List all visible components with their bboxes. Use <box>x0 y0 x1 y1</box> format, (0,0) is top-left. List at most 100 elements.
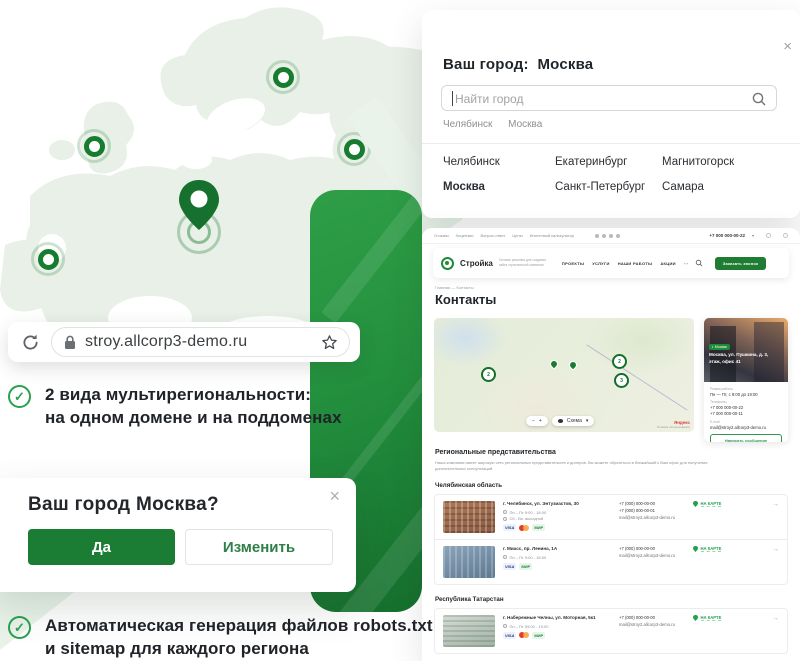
topbar-phone[interactable]: +7 000 000-00-22 <box>709 233 745 238</box>
layers-icon <box>558 419 563 423</box>
city-option[interactable]: Самара <box>662 181 734 193</box>
topbar-link[interactable]: Ипотечный калькулятор <box>530 233 575 238</box>
city-column-3: Магнитогорск Самара <box>662 156 734 206</box>
office-row[interactable]: г. Набережные Челны, ул. Моторная, 5к1 П… <box>435 609 787 653</box>
office-email[interactable]: mail@stroy2.allcorp3-demo.ru <box>619 515 681 521</box>
office-photo: г. Москва Москва, ул. Пушкина, д. 3,этаж… <box>704 318 788 382</box>
recent-city[interactable]: Челябинск <box>443 119 492 130</box>
user-icon[interactable] <box>766 233 771 238</box>
office-contacts: +7 (000) 000-00-00 mail@stroy2.allcorp3-… <box>619 615 681 628</box>
city-option-selected[interactable]: Москва <box>443 181 500 193</box>
arrow-right-icon[interactable]: → <box>772 501 779 508</box>
office-email[interactable]: mail@stroy2.allcorp3-demo.ru <box>619 622 681 628</box>
social-icons[interactable] <box>595 234 620 238</box>
write-message-button[interactable]: Написать сообщение <box>710 434 782 443</box>
yes-button[interactable]: Да <box>28 529 175 565</box>
search-icon[interactable] <box>695 259 703 267</box>
text-caret <box>452 91 453 106</box>
office-schedule: Пн – Пт 09:00 - 19:00 <box>503 624 611 629</box>
page-title: Контакты <box>435 292 496 307</box>
map-pin-icon[interactable] <box>567 359 578 370</box>
map-cluster[interactable]: 3 <box>614 373 629 388</box>
cart-icon[interactable] <box>783 233 788 238</box>
recent-city[interactable]: Москва <box>508 119 542 130</box>
url-text[interactable]: stroy.allcorp3-demo.ru <box>85 333 247 351</box>
bookmark-star-icon[interactable] <box>320 333 339 352</box>
topbar-link[interactable]: Цены <box>512 233 522 238</box>
map-terms[interactable]: Условия использования <box>657 425 690 429</box>
office-phone[interactable]: +7 (000) 000-00-00 <box>619 615 681 620</box>
refresh-icon[interactable] <box>20 332 41 353</box>
close-icon[interactable]: × <box>783 38 792 55</box>
office-card: г. Москва Москва, ул. Пушкина, д. 3,этаж… <box>704 318 788 442</box>
city-option[interactable]: Магнитогорск <box>662 156 734 168</box>
map-cluster[interactable]: 2 <box>612 354 627 369</box>
office-info: г. Челябинск, ул. Энтузиастов, 30 Пн – П… <box>503 501 611 531</box>
phone-value[interactable]: +7 000 000-00-11 <box>710 411 782 417</box>
on-map-link[interactable]: На карте <box>693 501 721 507</box>
nav-item[interactable]: Услуги <box>592 261 610 266</box>
zoom-in-button[interactable]: + <box>539 418 542 424</box>
close-icon[interactable]: × <box>329 486 340 507</box>
recent-cities: Челябинск Москва <box>443 119 555 130</box>
site-header: Стройка Готовые решения для созданиясайт… <box>433 248 789 278</box>
office-phone[interactable]: +7 (000) 000-00-01 <box>619 508 681 513</box>
map-marker-west <box>77 129 111 163</box>
office-city-badge: г. Москва <box>709 344 730 350</box>
city-chooser-dialog: × Ваш город: Москва Найти город Челябинс… <box>422 10 800 218</box>
site-topbar: Отзывы Лицензии Вопрос-ответ Цены Ипотеч… <box>422 228 800 244</box>
mir-badge: МИР <box>532 632 545 639</box>
call-request-button[interactable]: Заказать звонок <box>715 257 766 270</box>
office-phone[interactable]: +7 (000) 000-00-00 <box>619 546 681 551</box>
payment-methods: VISA МИР <box>503 524 611 531</box>
email-label: E-mail <box>710 420 782 424</box>
office-thumb <box>443 615 495 647</box>
site-logo[interactable]: Стройка <box>460 259 493 268</box>
hours-value: Пн — Пт, с 9:00 до 19:00 <box>710 392 782 398</box>
nav-item[interactable]: Наши работы <box>618 261 653 266</box>
office-email[interactable]: mail@stroy2.allcorp3-demo.ru <box>619 553 681 559</box>
on-map-link[interactable]: На карте <box>693 615 721 621</box>
map-controls: − + Схема ▾ <box>526 416 594 426</box>
office-contacts: +7 (000) 000-00-00 +7 (000) 000-00-01 ma… <box>619 501 681 521</box>
arrow-right-icon[interactable]: → <box>772 546 779 553</box>
search-icon[interactable] <box>751 91 767 107</box>
city-option[interactable]: Санкт-Петербург <box>555 181 645 193</box>
site-tagline: Готовые решения для созданиясайта строит… <box>499 258 546 268</box>
layers-button[interactable]: Схема ▾ <box>552 416 595 426</box>
topbar-link[interactable]: Отзывы <box>434 233 449 238</box>
zoom-controls[interactable]: − + <box>526 416 548 426</box>
city-option[interactable]: Челябинск <box>443 156 500 168</box>
city-title-city: Москва <box>537 56 593 73</box>
feature-text: Автоматическая генерация файлов robots.t… <box>45 615 433 660</box>
map-cluster[interactable]: 2 <box>481 367 496 382</box>
on-map-link[interactable]: На карте <box>693 546 721 552</box>
contacts-map[interactable]: 2 2 3 − + Схема ▾ Яндекс Условия использ… <box>434 318 694 432</box>
city-option[interactable]: Екатеринбург <box>555 156 645 168</box>
office-row[interactable]: г. Миасс, пр. Ленина, 1А Пн – Пт 9:00 - … <box>435 539 787 584</box>
change-city-button[interactable]: Изменить <box>185 529 333 565</box>
visa-badge: VISA <box>503 563 516 570</box>
zoom-out-button[interactable]: − <box>532 418 535 424</box>
url-field[interactable]: stroy.allcorp3-demo.ru <box>51 327 350 357</box>
email-value[interactable]: mail@stroy2.allcorp3-demo.ru <box>710 425 782 431</box>
arrow-right-icon[interactable]: → <box>772 615 779 622</box>
office-schedule: Сб - Вс: выходной <box>503 516 611 521</box>
site-nav: Проекты Услуги Наши работы Акции ··· <box>562 261 689 266</box>
clock-icon <box>503 624 507 628</box>
topbar-link[interactable]: Вопрос-ответ <box>481 233 506 238</box>
office-phone[interactable]: +7 (000) 000-00-00 <box>619 501 681 506</box>
nav-item[interactable]: Проекты <box>562 261 584 266</box>
map-pin-icon[interactable] <box>548 358 559 369</box>
nav-more[interactable]: ··· <box>684 261 689 266</box>
map-border-line <box>586 345 687 411</box>
topbar-link[interactable]: Лицензии <box>456 233 474 238</box>
office-row-address: г. Челябинск, ул. Энтузиастов, 30 <box>503 501 611 508</box>
breadcrumb-current: Контакты <box>456 285 473 290</box>
feature-multiregional: ✓ 2 вида мультирегиональности:на одном д… <box>8 384 342 429</box>
nav-item[interactable]: Акции <box>660 261 676 266</box>
breadcrumb-home[interactable]: Главная <box>435 285 450 290</box>
region-heading: Челябинская область <box>435 482 502 489</box>
city-search-input[interactable]: Найти город <box>441 85 777 111</box>
office-row[interactable]: г. Челябинск, ул. Энтузиастов, 30 Пн – П… <box>435 495 787 539</box>
